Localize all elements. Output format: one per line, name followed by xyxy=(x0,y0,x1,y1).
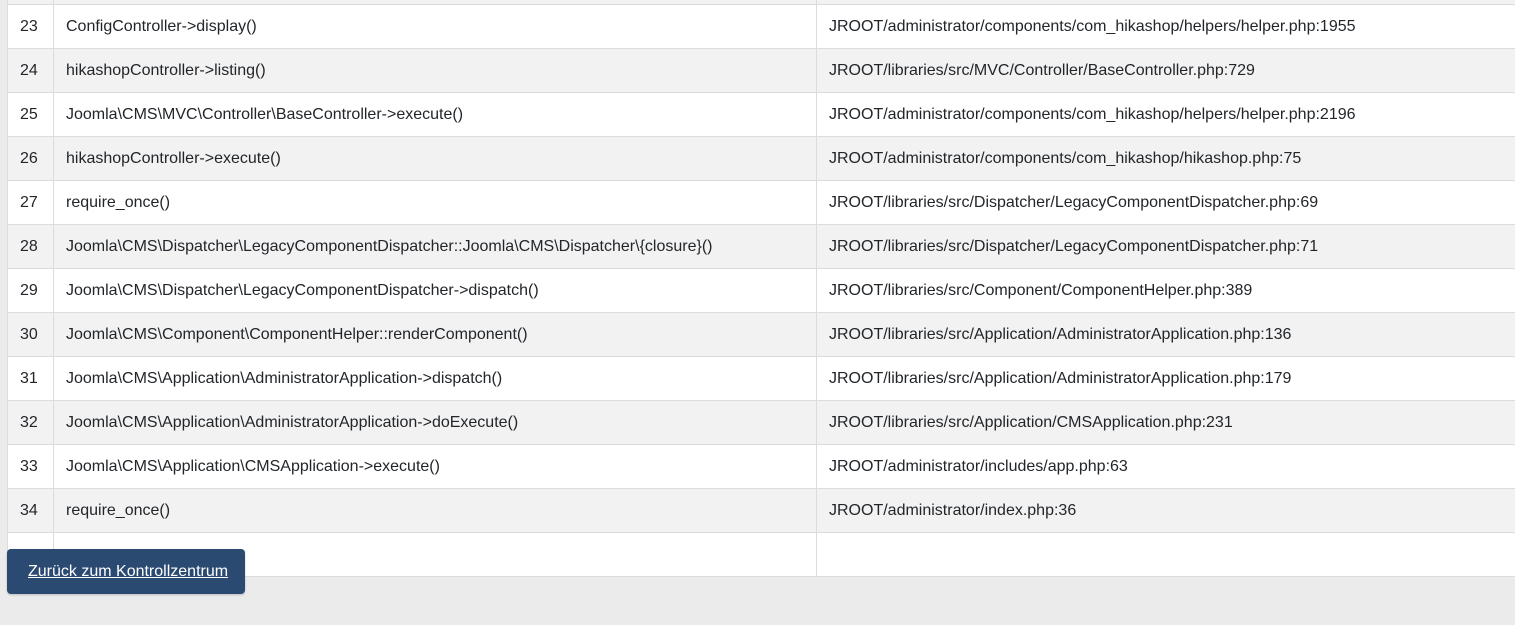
trace-number: 28 xyxy=(7,224,54,269)
trace-function: ConfigController->display() xyxy=(53,4,817,49)
trace-number: 30 xyxy=(7,312,54,357)
trace-location: JROOT/administrator/includes/app.php:63 xyxy=(816,444,1515,489)
trace-number: 32 xyxy=(7,400,54,445)
trace-function: hikashopController->listing() xyxy=(53,48,817,93)
trace-function: Joomla\CMS\Application\CMSApplication->e… xyxy=(53,444,817,489)
trace-function: Joomla\CMS\Dispatcher\LegacyComponentDis… xyxy=(53,224,817,269)
trace-function: require_once() xyxy=(53,488,817,533)
trace-location: JROOT/libraries/src/Component/ComponentH… xyxy=(816,268,1515,313)
trace-number: 31 xyxy=(7,356,54,401)
trace-number: 27 xyxy=(7,180,54,225)
trace-function: Joomla\CMS\Application\AdministratorAppl… xyxy=(53,356,817,401)
table-row: 30 Joomla\CMS\Component\ComponentHelper:… xyxy=(7,312,1515,357)
trace-location: JROOT/administrator/components/com_hikas… xyxy=(816,92,1515,137)
trace-function: hikashopController->execute() xyxy=(53,136,817,181)
trace-location xyxy=(816,532,1515,577)
trace-number: 23 xyxy=(7,4,54,49)
table-row: 31 Joomla\CMS\Application\AdministratorA… xyxy=(7,356,1515,401)
table-row: 26 hikashopController->execute() JROOT/a… xyxy=(7,136,1515,181)
trace-function: Joomla\CMS\MVC\Controller\BaseController… xyxy=(53,92,817,137)
trace-location: JROOT/administrator/index.php:36 xyxy=(816,488,1515,533)
trace-number: 24 xyxy=(7,48,54,93)
stack-trace-table: 22 23 ConfigController->display() JROOT/… xyxy=(7,0,1515,577)
trace-location: JROOT/administrator/components/com_hikas… xyxy=(816,4,1515,49)
trace-location: JROOT/libraries/src/Dispatcher/LegacyCom… xyxy=(816,224,1515,269)
trace-function: require_once() xyxy=(53,180,817,225)
back-to-control-panel-button[interactable]: Zurück zum Kontrollzentrum xyxy=(7,549,246,594)
trace-number: 33 xyxy=(7,444,54,489)
trace-location: JROOT/libraries/src/Application/CMSAppli… xyxy=(816,400,1515,445)
error-page: 22 23 ConfigController->display() JROOT/… xyxy=(0,0,1515,625)
stack-trace-body: 22 23 ConfigController->display() JROOT/… xyxy=(7,0,1515,577)
table-row: 24 hikashopController->listing() JROOT/l… xyxy=(7,48,1515,93)
trace-location: JROOT/administrator/components/com_hikas… xyxy=(816,136,1515,181)
trace-location: JROOT/libraries/src/Dispatcher/LegacyCom… xyxy=(816,180,1515,225)
trace-number: 29 xyxy=(7,268,54,313)
table-row: 29 Joomla\CMS\Dispatcher\LegacyComponent… xyxy=(7,268,1515,313)
trace-location: JROOT/libraries/src/Application/Administ… xyxy=(816,312,1515,357)
table-row: 25 Joomla\CMS\MVC\Controller\BaseControl… xyxy=(7,92,1515,137)
table-row: 32 Joomla\CMS\Application\AdministratorA… xyxy=(7,400,1515,445)
trace-function: Joomla\CMS\Application\AdministratorAppl… xyxy=(53,400,817,445)
trace-number: 26 xyxy=(7,136,54,181)
trace-function: Joomla\CMS\Component\ComponentHelper::re… xyxy=(53,312,817,357)
table-row: 34 require_once() JROOT/administrator/in… xyxy=(7,488,1515,533)
table-row: 23 ConfigController->display() JROOT/adm… xyxy=(7,4,1515,49)
table-row: 28 Joomla\CMS\Dispatcher\LegacyComponent… xyxy=(7,224,1515,269)
table-row: 33 Joomla\CMS\Application\CMSApplication… xyxy=(7,444,1515,489)
trace-location: JROOT/libraries/src/MVC/Controller/BaseC… xyxy=(816,48,1515,93)
trace-location: JROOT/libraries/src/Application/Administ… xyxy=(816,356,1515,401)
trace-number: 25 xyxy=(7,92,54,137)
trace-number: 34 xyxy=(7,488,54,533)
table-row: 27 require_once() JROOT/libraries/src/Di… xyxy=(7,180,1515,225)
trace-function: Joomla\CMS\Dispatcher\LegacyComponentDis… xyxy=(53,268,817,313)
